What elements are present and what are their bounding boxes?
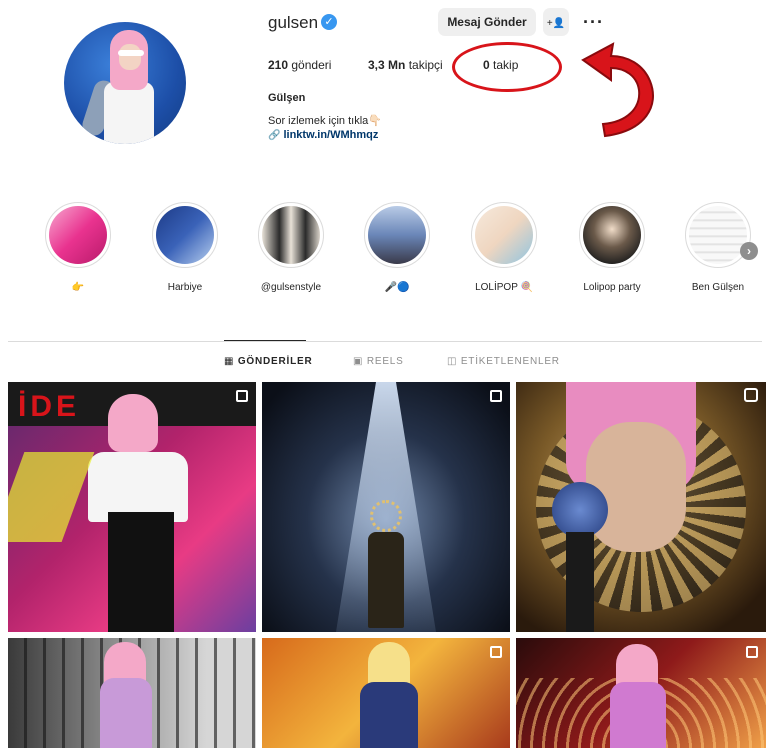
reels-icon (744, 388, 758, 402)
post-tile[interactable]: İDE (8, 382, 256, 632)
stat-followers[interactable]: 3,3 Mn takipçi (368, 58, 443, 72)
highlight-ring (471, 202, 537, 268)
story-highlights: 👉 Harbiye @gulsenstyle 🎤🔵 LOLİPOP 🍭 Loli… (40, 202, 760, 302)
highlight-cover (475, 206, 533, 264)
tab-reels[interactable]: ▣ REELS (353, 356, 404, 367)
highlight-label: Lolipop party (583, 282, 641, 293)
highlight-ring (152, 202, 218, 268)
profile-full-name: Gülşen (268, 92, 306, 104)
post-tile[interactable] (8, 638, 256, 748)
highlight-ring (685, 202, 751, 268)
annotation-ellipse (452, 42, 562, 92)
highlights-next-icon[interactable]: › (740, 242, 758, 260)
tab-tagged[interactable]: ◫ ETİKETLENENLER (447, 356, 560, 367)
post-figure-headpiece (370, 500, 402, 532)
avatar-figure-body (104, 82, 154, 144)
highlight-item[interactable]: @gulsenstyle (256, 202, 326, 293)
multiple-images-icon (490, 390, 502, 402)
stat-posts: 210 gönderi (268, 58, 331, 72)
post-figure-body (100, 678, 152, 748)
post-stage-sign: İDE (18, 390, 81, 423)
post-tile[interactable] (262, 638, 510, 748)
highlight-ring (45, 202, 111, 268)
post-figure-face (586, 422, 686, 552)
post-microphone-head (552, 482, 608, 538)
add-user-icon: +👤 (546, 18, 566, 29)
highlight-label: 👉 (71, 282, 85, 293)
profile-bio: Sor izlemek için tıkla👇🏻 (268, 115, 382, 127)
posts-grid: İDE (8, 382, 766, 748)
avatar-figure-glasses (118, 50, 144, 56)
highlight-cover (262, 206, 320, 264)
multiple-images-icon (236, 390, 248, 402)
tabs-divider (8, 341, 762, 342)
highlight-label: @gulsenstyle (260, 282, 322, 293)
post-figure-body (368, 532, 404, 628)
highlight-item[interactable]: 👉 (43, 202, 113, 293)
add-user-button[interactable]: +👤 (543, 8, 569, 36)
highlight-cover (583, 206, 641, 264)
stat-followers-count: 3,3 Mn (368, 58, 406, 72)
profile-avatar[interactable] (64, 22, 186, 144)
highlight-item[interactable]: Lolipop party (577, 202, 647, 293)
profile-link[interactable]: 🔗 linktw.in/WMhmqz (268, 129, 378, 141)
highlight-ring (579, 202, 645, 268)
highlight-cover (49, 206, 107, 264)
post-tile[interactable] (516, 382, 766, 632)
highlight-label: Harbiye (167, 282, 203, 293)
stat-posts-count: 210 (268, 58, 289, 72)
message-button[interactable]: Mesaj Gönder (438, 8, 536, 36)
link-icon: 🔗 (268, 130, 281, 141)
post-tile[interactable] (262, 382, 510, 632)
active-tab-indicator (224, 340, 306, 341)
post-tile[interactable] (516, 638, 766, 748)
highlight-cover (156, 206, 214, 264)
highlight-label: 🎤🔵 (384, 282, 410, 293)
highlight-label: Ben Gülşen (691, 282, 745, 293)
avatar-figure-face (119, 44, 141, 70)
multiple-images-icon (746, 646, 758, 658)
annotation-arrow-icon (581, 42, 654, 138)
highlight-ring (258, 202, 324, 268)
highlight-item[interactable]: Harbiye (150, 202, 220, 293)
post-figure-body (610, 682, 666, 748)
highlight-item[interactable]: LOLİPOP 🍭 (469, 202, 539, 293)
profile-link-text: linktw.in/WMhmqz (283, 129, 379, 141)
tab-posts[interactable]: ▦ GÖNDERİLER (224, 356, 313, 367)
post-figure-pants (108, 512, 174, 632)
profile-username: gulsen (268, 13, 319, 32)
post-stage-light (8, 452, 95, 542)
more-options-icon[interactable]: ··· (583, 12, 604, 33)
post-figure-body (360, 682, 418, 748)
post-figure-hair (108, 394, 158, 452)
highlight-cover (368, 206, 426, 264)
multiple-images-icon (490, 646, 502, 658)
highlight-ring (364, 202, 430, 268)
post-microphone-handle (566, 532, 594, 632)
verified-badge-icon: ✓ (321, 14, 337, 30)
stat-posts-label: gönderi (291, 58, 332, 72)
stat-followers-label: takipçi (408, 58, 443, 72)
highlight-cover (689, 206, 747, 264)
highlight-label: LOLİPOP 🍭 (475, 282, 533, 293)
highlight-item[interactable]: 🎤🔵 (362, 202, 432, 293)
